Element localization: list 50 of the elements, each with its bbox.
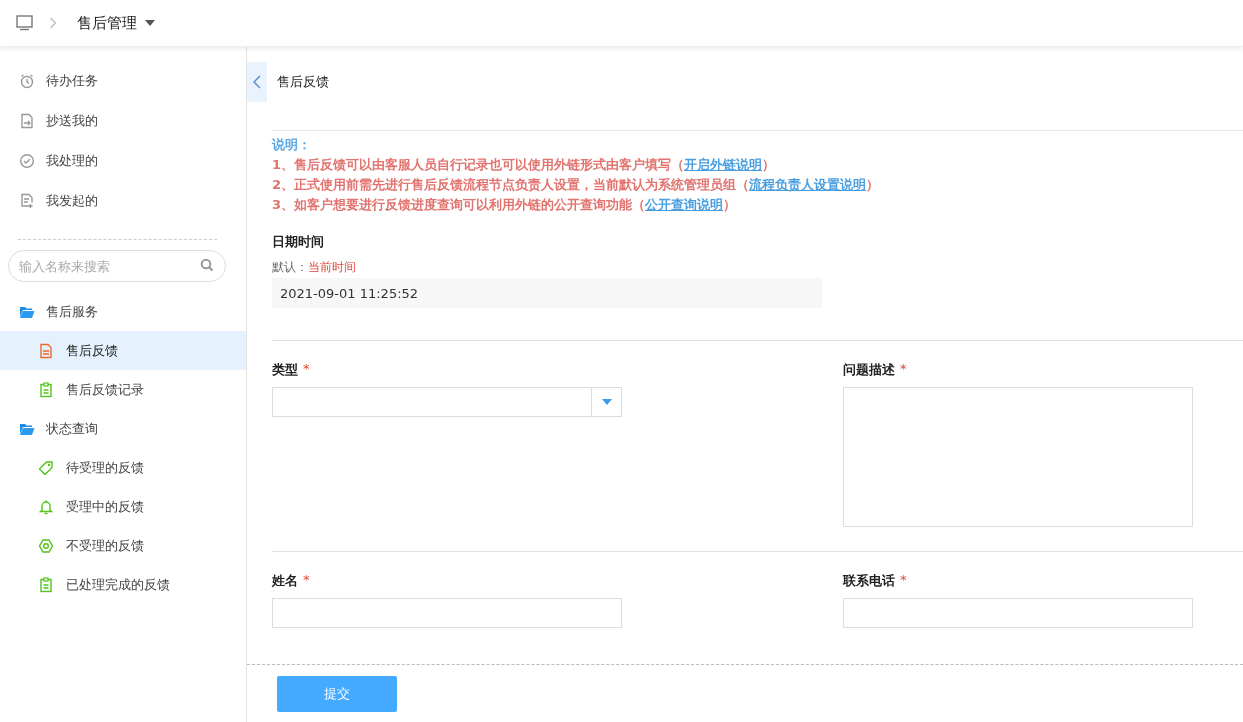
- clipboard-icon: [38, 576, 54, 593]
- date-field: 2021-09-01 11:25:52: [272, 278, 822, 308]
- caret-icon[interactable]: [145, 20, 155, 26]
- required-mark: *: [900, 572, 907, 589]
- page-title: 售后反馈: [277, 73, 329, 91]
- hexagon-icon: [38, 537, 54, 554]
- search-field[interactable]: 输入名称来搜索: [8, 250, 226, 282]
- search-icon[interactable]: [200, 258, 214, 272]
- required-mark: *: [303, 572, 310, 589]
- monitor-icon[interactable]: [16, 15, 33, 31]
- check-circle-icon: [19, 153, 35, 169]
- tree-item[interactable]: 受理中的反馈: [0, 487, 246, 526]
- input-field[interactable]: [843, 598, 1193, 628]
- tag-icon: [38, 459, 54, 476]
- tree-item[interactable]: 已处理完成的反馈: [0, 565, 246, 604]
- tree-item[interactable]: 待受理的反馈: [0, 448, 246, 487]
- chevron-left-icon[interactable]: [253, 75, 261, 89]
- notice-line: 1、售后反馈可以由客服人员自行记录也可以使用外链形式由客户填写（开启外链说明）: [272, 156, 777, 174]
- field-label: 姓名: [272, 572, 298, 590]
- field-label: 类型: [272, 361, 298, 379]
- tree-item[interactable]: 售后反馈: [0, 331, 246, 370]
- bell-icon: [38, 498, 54, 515]
- tree-group[interactable]: 售后服务: [0, 292, 246, 331]
- field-label: 日期时间: [272, 233, 325, 251]
- chevron-right-icon: [49, 17, 57, 29]
- back-button[interactable]: [247, 62, 267, 102]
- notice-line: 3、如客户想要进行反馈进度查询可以利用外链的公开查询功能（公开查询说明）: [272, 196, 738, 214]
- input-field[interactable]: [272, 598, 622, 628]
- notice-line: 2、正式使用前需先进行售后反馈流程节点负责人设置，当前默认为系统管理员组（流程负责人设置说明）: [272, 176, 881, 194]
- default-hint: 默认：当前时间: [272, 260, 357, 275]
- document-icon: [38, 342, 54, 359]
- sidebar-item[interactable]: 抄送我的: [0, 101, 246, 141]
- notice-heading: 说明：: [272, 136, 312, 154]
- textarea-field[interactable]: [843, 387, 1193, 527]
- clipboard-icon: [38, 381, 54, 398]
- required-mark: *: [900, 361, 907, 378]
- required-mark: *: [303, 361, 310, 378]
- sidebar-item[interactable]: 我处理的: [0, 141, 246, 181]
- sidebar-item[interactable]: 待办任务: [0, 61, 246, 101]
- field-label: 问题描述: [843, 361, 895, 379]
- document-arrow-icon: [19, 113, 35, 129]
- tree-item[interactable]: 不受理的反馈: [0, 526, 246, 565]
- field-label: 联系电话: [843, 572, 895, 590]
- tree-group[interactable]: 状态查询: [0, 409, 246, 448]
- document-plus-icon: [19, 193, 35, 209]
- breadcrumb-title[interactable]: 售后管理: [77, 13, 137, 33]
- tree-item[interactable]: 售后反馈记录: [0, 370, 246, 409]
- select-field[interactable]: [272, 387, 622, 417]
- alarm-clock-icon: [19, 73, 35, 89]
- sidebar-item[interactable]: 我发起的: [0, 181, 246, 221]
